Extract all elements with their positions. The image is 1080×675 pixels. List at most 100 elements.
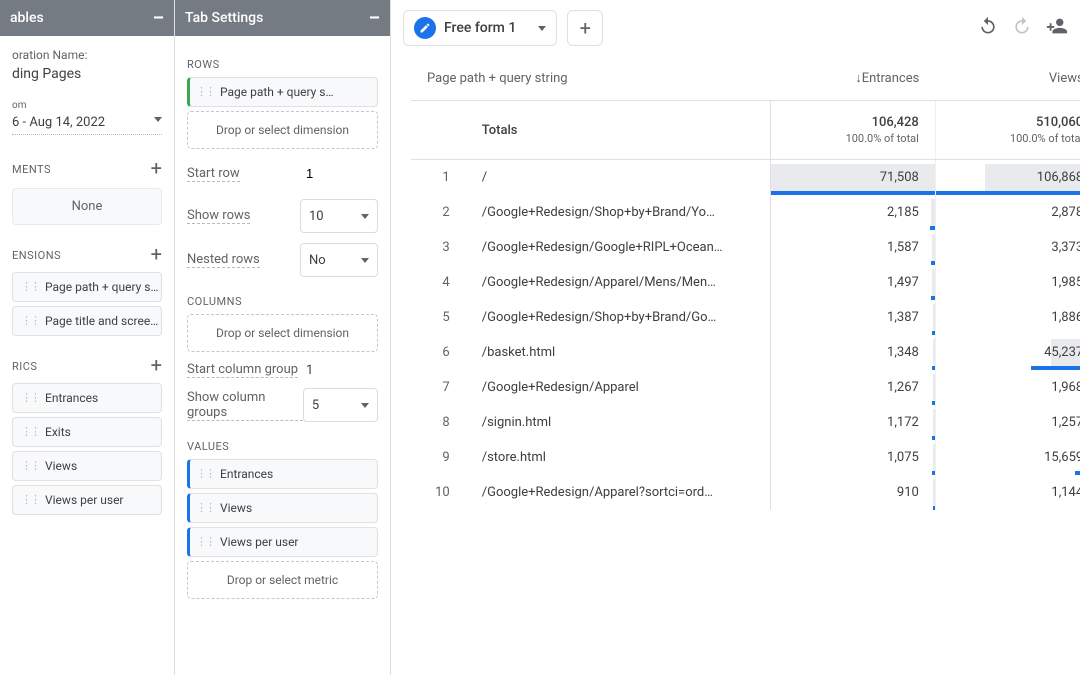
- nested-rows-select[interactable]: No: [300, 243, 378, 277]
- show-rows-select[interactable]: 10: [300, 199, 378, 233]
- nested-rows-label: Nested rows: [187, 252, 260, 268]
- drag-icon: ⋮⋮: [21, 317, 39, 325]
- tab-freeform[interactable]: Free form 1: [403, 10, 557, 46]
- variables-title: ables: [10, 10, 44, 26]
- row-index: 2: [411, 195, 466, 230]
- date-range-picker[interactable]: 6 - Aug 14, 2022: [12, 111, 162, 135]
- metric-chip[interactable]: ⋮⋮Exits: [12, 417, 162, 447]
- rows-chip[interactable]: ⋮⋮ Page path + query s…: [187, 77, 378, 107]
- drop-metric-target[interactable]: Drop or select metric: [187, 561, 378, 599]
- metric-chip[interactable]: ⋮⋮Views per user: [12, 485, 162, 515]
- col-views[interactable]: Views: [935, 56, 1080, 101]
- chevron-down-icon: [538, 26, 546, 31]
- row-entrances: 1,267: [771, 370, 935, 405]
- col-entrances[interactable]: Entrances: [771, 56, 935, 101]
- redo-icon[interactable]: [1012, 16, 1032, 40]
- table-row[interactable]: 3/Google+Redesign/Google+RIPL+Ocean…1,58…: [411, 230, 1080, 265]
- start-col-value[interactable]: 1: [300, 363, 378, 378]
- drag-icon: ⋮⋮: [196, 88, 214, 96]
- start-row-label: Start row: [187, 166, 240, 182]
- drag-icon: ⋮⋮: [196, 538, 214, 546]
- row-index: 6: [411, 335, 466, 370]
- add-metric-icon[interactable]: +: [151, 353, 162, 377]
- row-entrances: 1,172: [771, 405, 935, 440]
- drop-dimension-target[interactable]: Drop or select dimension: [187, 111, 378, 149]
- variables-header: ables –: [0, 0, 174, 36]
- show-cols-select[interactable]: 5: [303, 388, 378, 422]
- dimension-chip[interactable]: ⋮⋮Page path + query s…: [12, 272, 162, 302]
- exploration-name-label: oration Name:: [12, 48, 162, 62]
- values-header: VALUES: [187, 440, 378, 453]
- start-col-label: Start column group: [187, 362, 298, 378]
- row-entrances: 1,348: [771, 335, 935, 370]
- add-segment-icon[interactable]: +: [151, 156, 162, 180]
- share-user-icon[interactable]: [1046, 15, 1068, 41]
- row-views: 2,878: [935, 195, 1080, 230]
- table-row[interactable]: 8/signin.html1,1721,257: [411, 405, 1080, 440]
- value-chip[interactable]: ⋮⋮Views per user: [187, 527, 378, 557]
- row-path: /Google+Redesign/Apparel: [466, 370, 771, 405]
- date-range-value: 6 - Aug 14, 2022: [12, 115, 105, 130]
- table-row[interactable]: 6/basket.html1,34845,237: [411, 335, 1080, 370]
- row-entrances: 71,508: [771, 160, 935, 195]
- row-views: 1,968: [935, 370, 1080, 405]
- row-index: 8: [411, 405, 466, 440]
- drag-icon: ⋮⋮: [21, 394, 39, 402]
- minimize-icon[interactable]: –: [369, 8, 380, 29]
- start-row-input[interactable]: [300, 159, 378, 189]
- variables-panel: ables – oration Name: ding Pages om 6 - …: [0, 0, 175, 675]
- drop-column-target[interactable]: Drop or select dimension: [187, 314, 378, 352]
- metric-chip[interactable]: ⋮⋮Views: [12, 451, 162, 481]
- columns-header: COLUMNS: [187, 295, 378, 308]
- show-rows-value: 10: [309, 209, 324, 224]
- row-views: 1,886: [935, 300, 1080, 335]
- add-tab-button[interactable]: +: [567, 10, 603, 46]
- table-row[interactable]: 10/Google+Redesign/Apparel?sortci=ord…91…: [411, 475, 1080, 510]
- drag-icon: ⋮⋮: [21, 496, 39, 504]
- row-path: /Google+Redesign/Shop+by+Brand/Go…: [466, 300, 771, 335]
- table-row[interactable]: 7/Google+Redesign/Apparel1,2671,968: [411, 370, 1080, 405]
- chevron-down-icon: [154, 117, 162, 122]
- topbar: Free form 1 +: [391, 0, 1080, 56]
- add-dimension-icon[interactable]: +: [151, 242, 162, 266]
- row-path: /basket.html: [466, 335, 771, 370]
- row-path: /Google+Redesign/Shop+by+Brand/Yo…: [466, 195, 771, 230]
- metric-chip[interactable]: ⋮⋮Entrances: [12, 383, 162, 413]
- row-index: 5: [411, 300, 466, 335]
- segments-none[interactable]: None: [12, 188, 162, 225]
- totals-label: Totals: [466, 101, 771, 160]
- row-views: 1,985: [935, 265, 1080, 300]
- rows-chip-label: Page path + query s…: [220, 85, 334, 99]
- chevron-down-icon: [361, 258, 369, 263]
- table-row[interactable]: 4/Google+Redesign/Apparel/Mens/Men…1,497…: [411, 265, 1080, 300]
- show-cols-value: 5: [312, 398, 319, 413]
- table-row[interactable]: 9/store.html1,07515,659: [411, 440, 1080, 475]
- row-index: 1: [411, 160, 466, 195]
- value-chip[interactable]: ⋮⋮Views: [187, 493, 378, 523]
- pencil-icon: [414, 17, 436, 39]
- row-path: /signin.html: [466, 405, 771, 440]
- settings-header: Tab Settings –: [175, 0, 390, 36]
- col-dimension[interactable]: Page path + query string: [411, 56, 771, 101]
- minimize-icon[interactable]: –: [153, 8, 164, 29]
- dimension-chip[interactable]: ⋮⋮Page title and scree…: [12, 306, 162, 336]
- row-views: 15,659: [935, 440, 1080, 475]
- table-row[interactable]: 1/71,508106,868: [411, 160, 1080, 195]
- tab-name: Free form 1: [444, 20, 516, 36]
- row-index: 10: [411, 475, 466, 510]
- undo-icon[interactable]: [978, 16, 998, 40]
- row-entrances: 1,387: [771, 300, 935, 335]
- row-path: /Google+Redesign/Apparel?sortci=ord…: [466, 475, 771, 510]
- exploration-name-value[interactable]: ding Pages: [12, 66, 162, 82]
- show-cols-label: Show column groups: [187, 390, 303, 421]
- row-entrances: 2,185: [771, 195, 935, 230]
- value-chip[interactable]: ⋮⋮Entrances: [187, 459, 378, 489]
- row-views: 1,144: [935, 475, 1080, 510]
- drag-icon: ⋮⋮: [21, 283, 39, 291]
- table-row[interactable]: 2/Google+Redesign/Shop+by+Brand/Yo…2,185…: [411, 195, 1080, 230]
- drag-icon: ⋮⋮: [196, 504, 214, 512]
- chevron-down-icon: [361, 403, 369, 408]
- settings-title: Tab Settings: [185, 10, 263, 26]
- metrics-header: RICS: [12, 360, 37, 373]
- table-row[interactable]: 5/Google+Redesign/Shop+by+Brand/Go…1,387…: [411, 300, 1080, 335]
